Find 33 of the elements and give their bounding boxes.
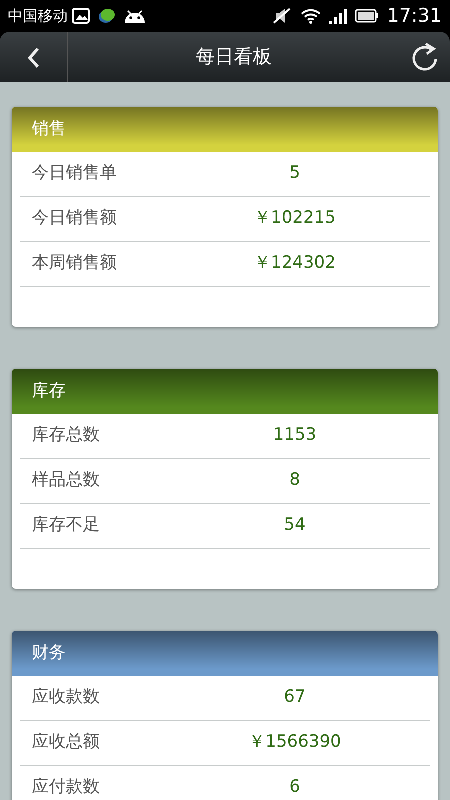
android-icon [124, 9, 146, 23]
refresh-icon [410, 41, 440, 73]
metric-label: 库存不足 [31, 514, 101, 538]
metric-label: 应付款数 [31, 776, 101, 800]
card-title: 库存 [32, 380, 66, 403]
metric-label: 本周销售额 [31, 252, 118, 276]
metric-label: 今日销售单 [31, 162, 118, 186]
back-icon [26, 46, 40, 69]
mute-icon [273, 8, 294, 24]
metric-label: 库存总数 [31, 424, 101, 448]
metric-value: ￥1566390 [248, 731, 342, 754]
metric-value: 1153 [272, 424, 318, 448]
battery-icon [355, 9, 380, 23]
carrier-name: 中国移动 [8, 6, 68, 27]
page-title: 每日看板 [196, 46, 272, 68]
signal-icon [329, 8, 348, 24]
card-title: 销售 [32, 118, 66, 141]
metric-value: 67 [283, 686, 307, 710]
chat-icon [98, 7, 116, 25]
metric-value: 5 [288, 162, 302, 186]
metric-label: 应收款数 [31, 686, 101, 710]
wifi-icon [301, 8, 322, 24]
metric-value: ￥102215 [253, 207, 337, 230]
metric-label: 样品总数 [31, 469, 101, 492]
card-title: 财务 [32, 642, 66, 665]
metric-value: 8 [288, 469, 302, 492]
image-icon [72, 8, 90, 24]
metric-value: 54 [283, 514, 307, 538]
metric-label: 今日销售额 [31, 207, 118, 230]
metric-label: 应收总额 [31, 731, 101, 754]
metric-value: ￥124302 [253, 252, 337, 276]
metric-value: 6 [288, 776, 302, 800]
clock-time: 17:31 [387, 4, 442, 29]
